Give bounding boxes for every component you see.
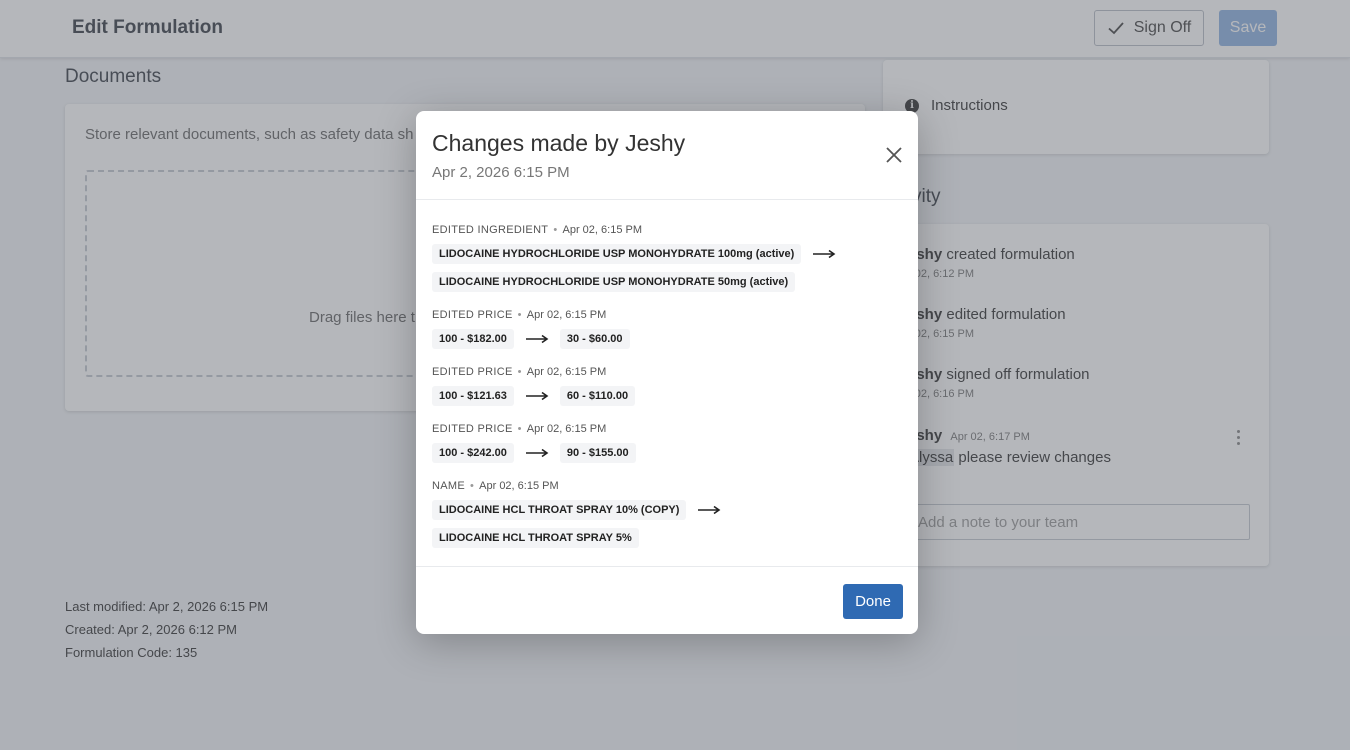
modal-footer: Done [416,566,918,634]
change-entry: EDITED PRICE • Apr 02, 6:15 PM 100 - $121.… [432,366,902,406]
done-button[interactable]: Done [843,584,903,619]
change-type: NAME [432,480,465,492]
modal-header: Changes made by Jeshy Apr 2, 2026 6:15 P… [416,111,918,200]
change-type: EDITED PRICE [432,309,513,321]
close-button[interactable] [882,144,906,168]
close-icon [886,146,902,163]
modal-subtitle: Apr 2, 2026 6:15 PM [432,164,570,181]
changes-list: EDITED INGREDIENT • Apr 02, 6:15 PM LIDOCA… [432,224,902,565]
modal-title: Changes made by Jeshy [432,130,686,156]
change-time: Apr 02, 6:15 PM [526,366,607,378]
change-entry: EDITED INGREDIENT • Apr 02, 6:15 PM LIDOCA… [432,224,902,292]
changes-modal: Changes made by Jeshy Apr 2, 2026 6:15 P… [416,111,918,634]
old-value: LIDOCAINE HCL THROAT SPRAY 10% (COPY) [432,500,687,520]
new-value: 60 - $110.00 [559,386,636,406]
change-entry: EDITED PRICE • Apr 02, 6:15 PM 100 - $242.… [432,423,902,463]
change-entry: EDITED PRICE • Apr 02, 6:15 PM 100 - $182.… [432,309,902,349]
arrow-right-icon [525,391,549,401]
arrow-right-icon [525,334,549,344]
arrow-right-icon [698,505,721,515]
arrow-right-icon [525,448,549,458]
new-value: 30 - $60.00 [559,329,630,349]
change-time: Apr 02, 6:15 PM [479,480,559,492]
change-type: EDITED PRICE [432,366,513,378]
old-value: LIDOCAINE HYDROCHLORIDE USP MONOHYDRATE … [432,244,802,264]
new-value: LIDOCAINE HCL THROAT SPRAY 5% [432,528,639,548]
change-type: EDITED PRICE [432,423,513,435]
new-value: 90 - $155.00 [559,443,636,463]
old-value: 100 - $182.00 [432,329,514,349]
change-entry: NAME • Apr 02, 6:15 PM LIDOCAINE HCL THROA… [432,480,902,548]
arrow-right-icon [813,249,836,259]
new-value: LIDOCAINE HYDROCHLORIDE USP MONOHYDRATE … [432,272,796,292]
old-value: 100 - $121.63 [432,386,514,406]
change-type: EDITED INGREDIENT [432,224,549,236]
change-time: Apr 02, 6:15 PM [562,224,643,236]
old-value: 100 - $242.00 [432,443,514,463]
change-time: Apr 02, 6:15 PM [526,309,607,321]
change-time: Apr 02, 6:15 PM [526,423,607,435]
